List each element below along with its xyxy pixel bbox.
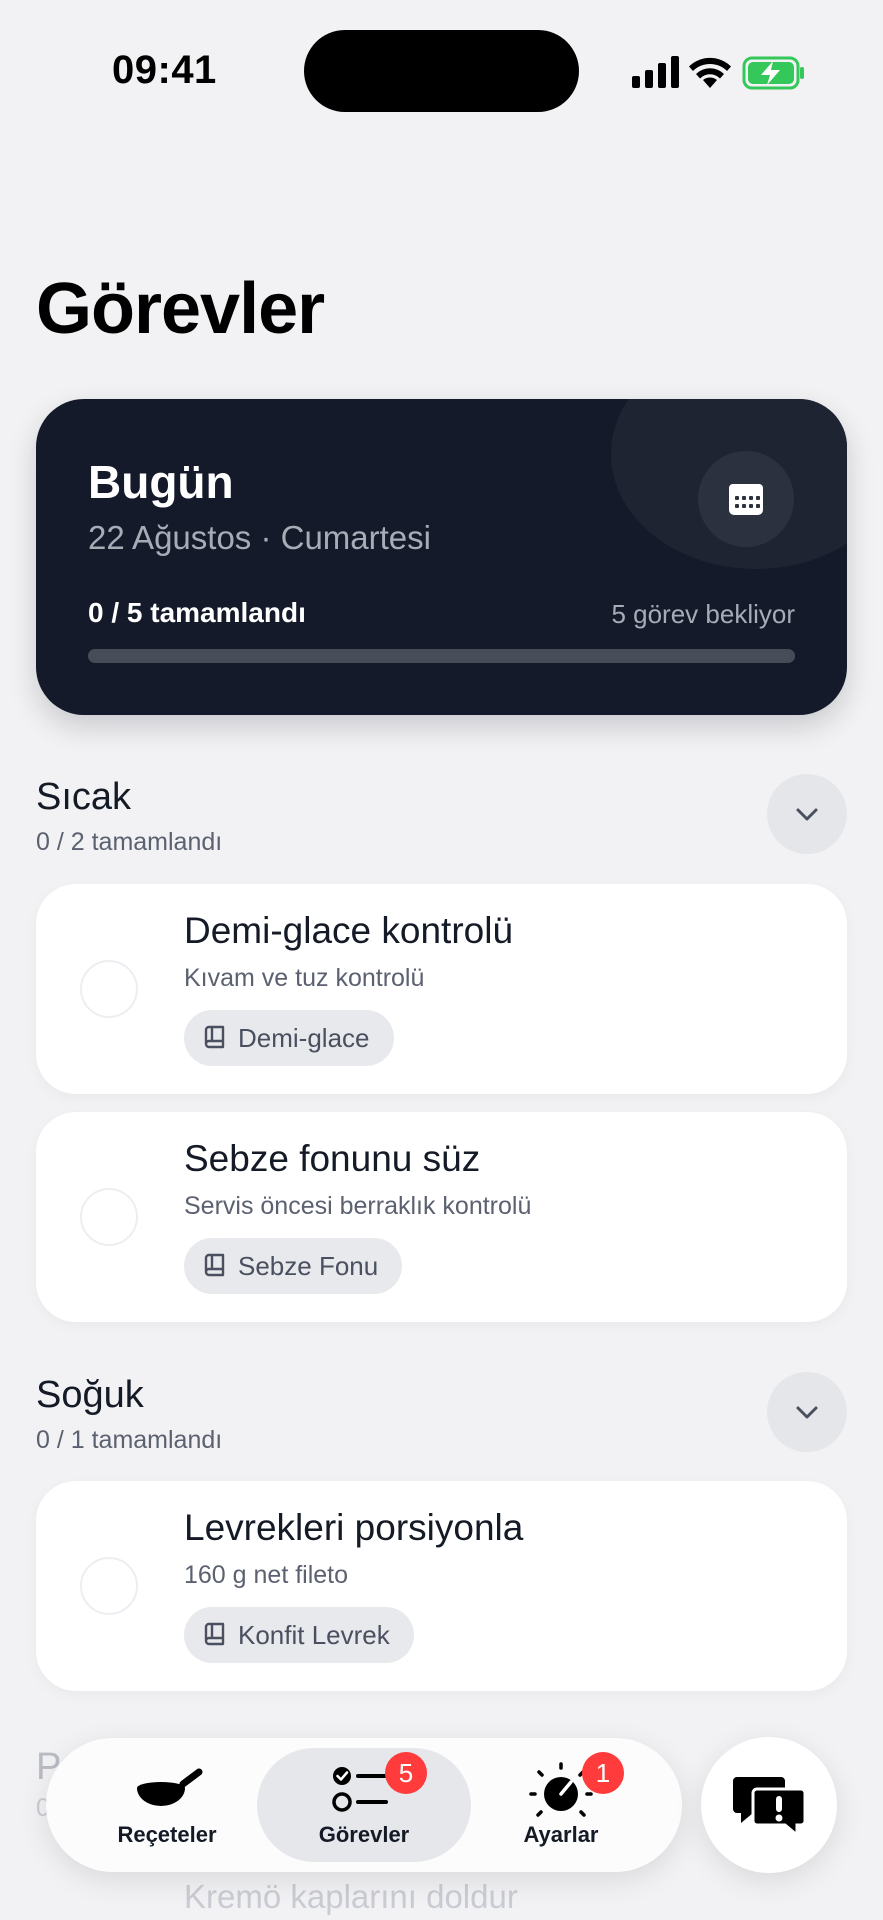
section-header-soguk: Soğuk 0 / 1 tamamlandı	[36, 1372, 847, 1464]
today-title: Bugün	[88, 456, 234, 508]
book-icon	[204, 1025, 225, 1049]
section-count: 0 / 1 tamamlandı	[36, 1426, 223, 1454]
status-icons	[630, 52, 810, 92]
book-icon	[204, 1622, 225, 1646]
calendar-icon	[729, 484, 763, 515]
partial-task-title: Kremö kaplarını doldur	[184, 1878, 518, 1915]
book-icon	[204, 1253, 225, 1277]
recipe-chip[interactable]: Demi-glace	[184, 1010, 394, 1066]
tab-recipes[interactable]: Reçeteler	[60, 1748, 274, 1862]
today-pending-label: 5 görev bekliyor	[611, 599, 795, 629]
chevron-down-icon	[796, 1406, 818, 1419]
recipe-chip-label: Sebze Fonu	[238, 1250, 379, 1281]
tab-label: Reçeteler	[117, 1822, 217, 1847]
pan-icon	[137, 1768, 203, 1806]
wifi-icon	[689, 57, 731, 88]
recipe-chip[interactable]: Sebze Fonu	[184, 1238, 403, 1294]
recipe-chip-label: Demi-glace	[238, 1022, 370, 1053]
section-title: Sıcak	[36, 776, 132, 818]
chevron-down-icon	[796, 808, 818, 821]
collapse-button[interactable]	[767, 1372, 847, 1452]
calendar-button[interactable]	[698, 451, 794, 547]
today-summary-card: Bugün 22 Ağustos · Cumartesi 0 / 5 tamam…	[36, 399, 847, 715]
tab-tasks[interactable]: 5 Görevler	[257, 1748, 471, 1862]
task-subtitle: Servis öncesi berraklık kontrolü	[184, 1192, 532, 1220]
task-title: Demi-glace kontrolü	[184, 910, 514, 951]
page-title: Görevler	[36, 269, 325, 349]
settings-badge: 1	[582, 1752, 624, 1794]
task-checkbox[interactable]	[80, 960, 138, 1018]
section-title: Soğuk	[36, 1374, 144, 1416]
tab-bar: Reçeteler 5 Görevler 1 Ayarlar	[46, 1738, 682, 1872]
task-card[interactable]: Demi-glace kontrolü Kıvam ve tuz kontrol…	[36, 884, 847, 1094]
tab-settings[interactable]: 1 Ayarlar	[454, 1748, 668, 1862]
section-header-sicak: Sıcak 0 / 2 tamamlandı	[36, 774, 847, 866]
task-subtitle: Kıvam ve tuz kontrolü	[184, 964, 425, 992]
signal-icon	[632, 56, 679, 88]
dynamic-island	[304, 30, 579, 112]
tasks-badge: 5	[385, 1752, 427, 1794]
recipe-chip-label: Konfit Levrek	[238, 1619, 390, 1650]
recipe-chip[interactable]: Konfit Levrek	[184, 1607, 414, 1663]
tab-label: Görevler	[318, 1822, 410, 1847]
task-title: Sebze fonunu süz	[184, 1138, 481, 1179]
tab-label: Ayarlar	[523, 1822, 599, 1847]
status-bar: 09:41	[0, 0, 883, 140]
status-time: 09:41	[112, 48, 217, 92]
battery-icon	[742, 56, 804, 90]
task-checkbox[interactable]	[80, 1188, 138, 1246]
feedback-button[interactable]	[701, 1737, 837, 1873]
today-date: 22 Ağustos · Cumartesi	[88, 519, 431, 556]
today-progress-bar	[88, 649, 795, 663]
chat-alert-icon	[733, 1777, 807, 1837]
task-subtitle: 160 g net fileto	[184, 1561, 349, 1589]
task-card[interactable]: Levrekleri porsiyonla 160 g net fileto K…	[36, 1481, 847, 1691]
task-card[interactable]: Sebze fonunu süz Servis öncesi berraklık…	[36, 1112, 847, 1322]
task-title: Levrekleri porsiyonla	[184, 1507, 524, 1548]
today-progress-label: 0 / 5 tamamlandı	[88, 597, 306, 628]
collapse-button[interactable]	[767, 774, 847, 854]
section-count: 0 / 2 tamamlandı	[36, 828, 223, 856]
task-checkbox[interactable]	[80, 1557, 138, 1615]
